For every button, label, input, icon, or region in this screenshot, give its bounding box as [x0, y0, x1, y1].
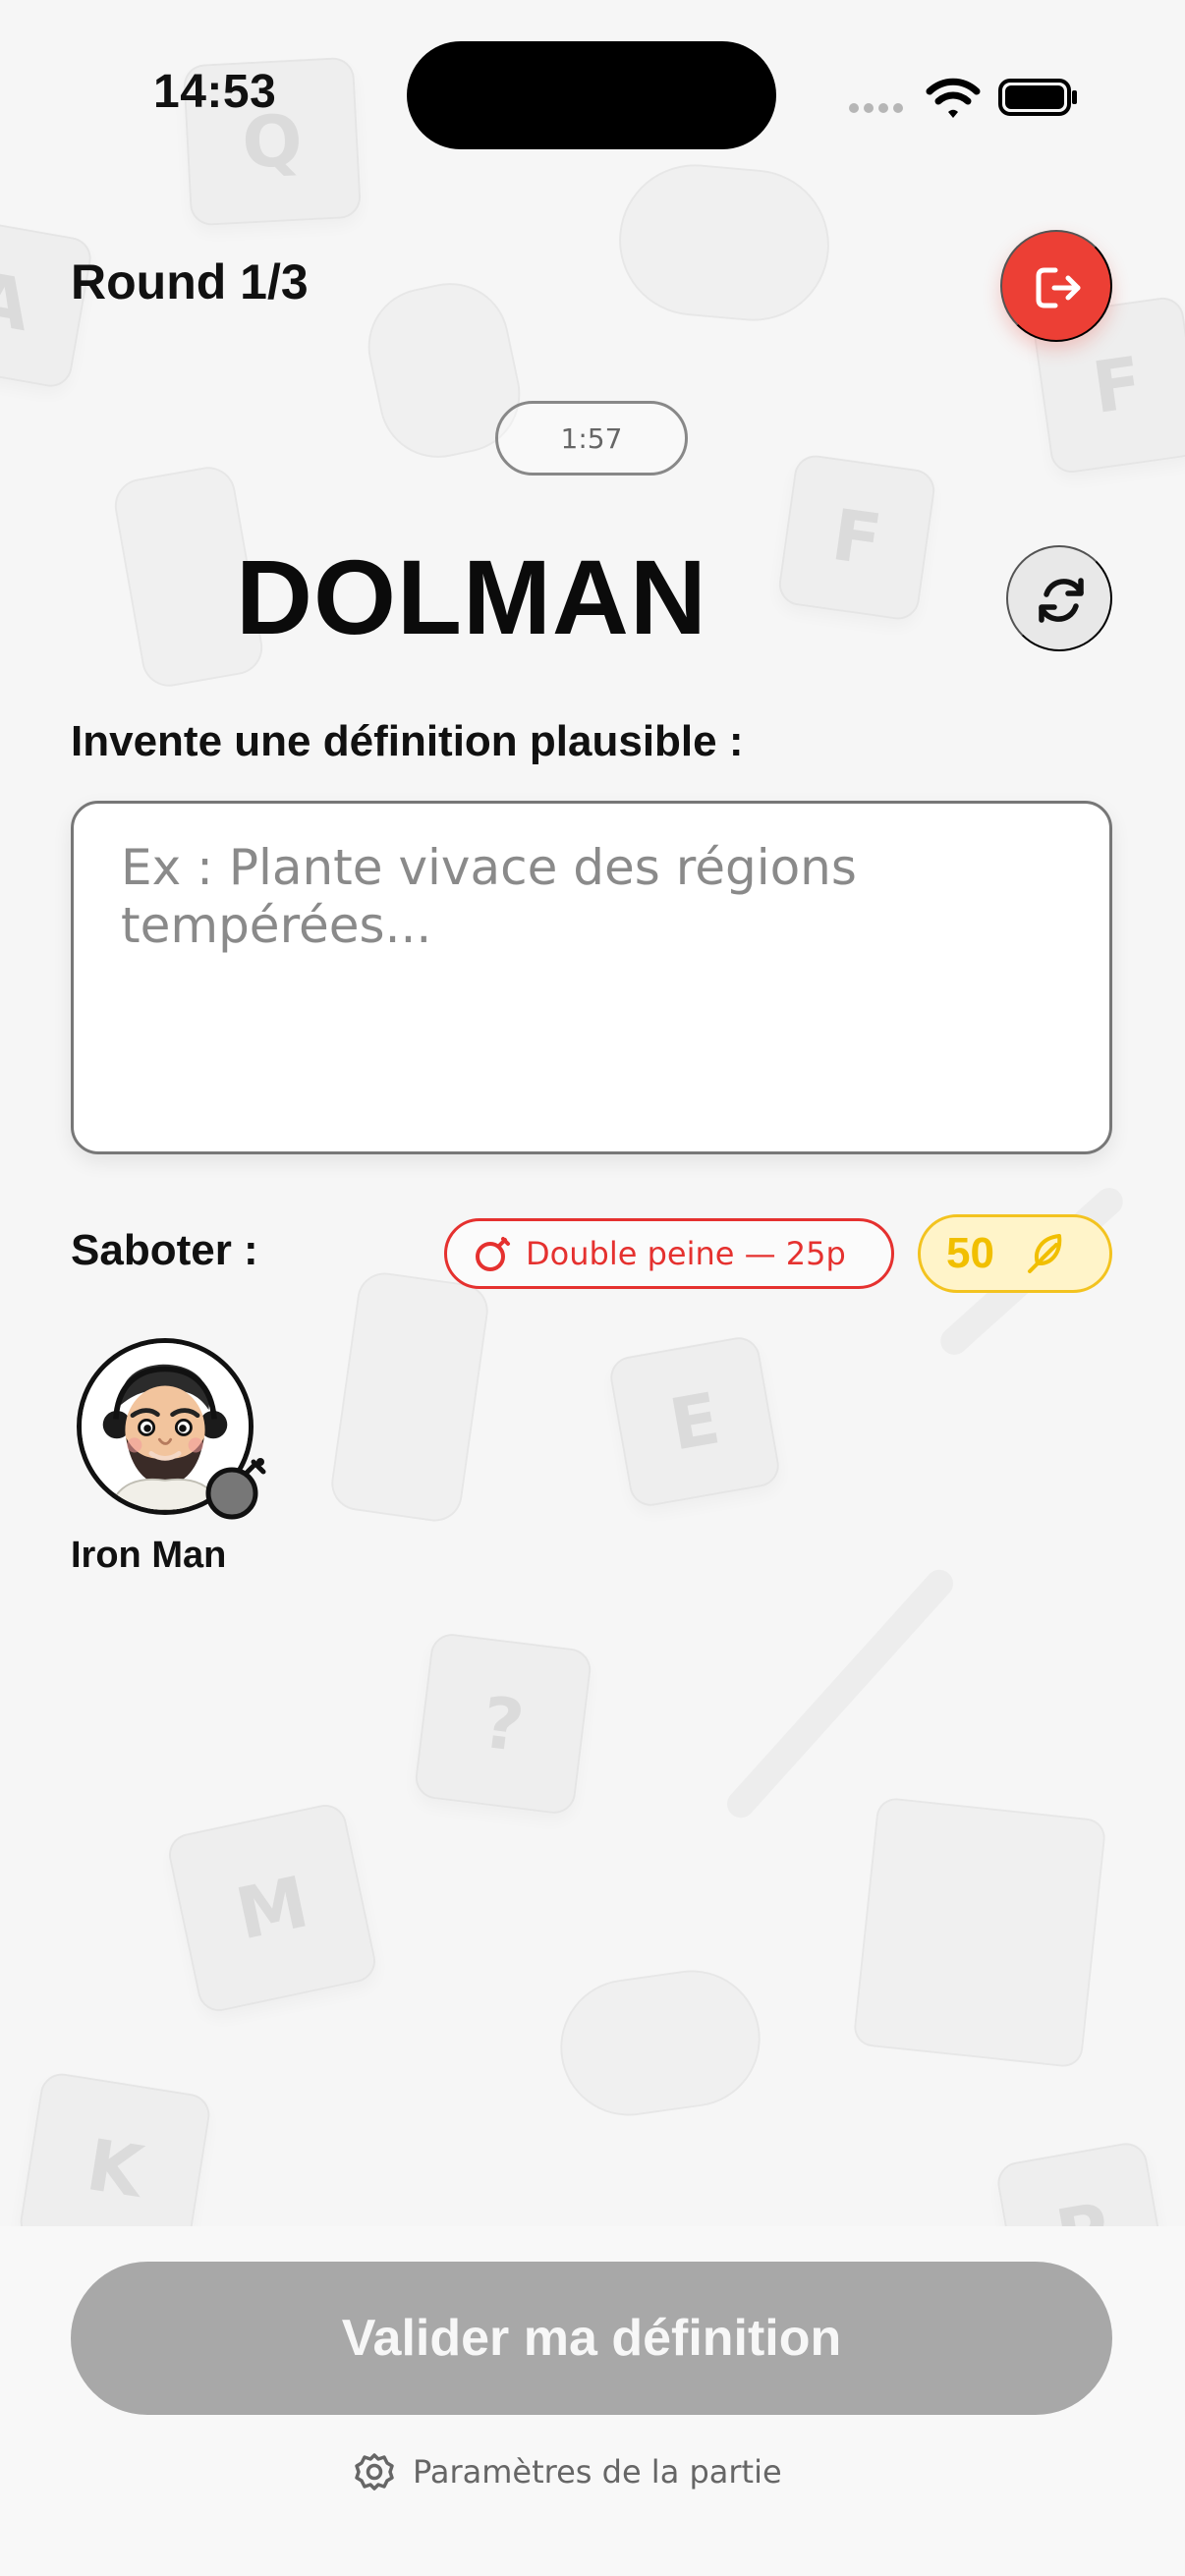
battery-icon: [998, 79, 1077, 116]
points-value: 50: [946, 1229, 994, 1277]
background-letter-m-icon: M: [164, 1800, 380, 2016]
logout-icon: [1036, 267, 1081, 308]
target-word: DOLMAN: [236, 537, 707, 656]
double-penalty-sabotage-button[interactable]: Double peine — 25p: [444, 1218, 894, 1289]
gear-icon: [355, 2453, 394, 2491]
game-screen: Q A F F E ? M K P 14:53 Round 1/3: [0, 0, 1185, 2576]
points-badge: 50: [918, 1214, 1112, 1293]
background-hourglass-icon: [327, 1268, 492, 1526]
refresh-word-button[interactable]: [1006, 545, 1112, 651]
signal-icon: [849, 103, 906, 113]
game-settings-link[interactable]: Paramètres de la partie: [354, 2446, 782, 2497]
definition-prompt: Invente une définition plausible :: [71, 717, 744, 765]
exit-game-button[interactable]: [1000, 230, 1112, 342]
bomb-icon: [476, 1237, 510, 1271]
bomb-icon: [205, 1458, 266, 1520]
definition-input[interactable]: [71, 801, 1112, 1154]
countdown-timer: 1:57: [495, 401, 688, 476]
status-time: 14:53: [153, 66, 277, 118]
refresh-icon: [1039, 578, 1084, 623]
sabotage-label: Saboter :: [71, 1226, 258, 1274]
sabotage-option-label: Double peine — 25p: [526, 1235, 846, 1272]
round-indicator: Round 1/3: [71, 254, 309, 309]
player-name: Iron Man: [71, 1535, 227, 1576]
background-chat-bubble-icon: [551, 1961, 769, 2125]
status-indicators: [845, 69, 1081, 124]
background-question-mark-icon: ?: [413, 1631, 593, 1817]
validate-definition-button[interactable]: Valider ma définition: [71, 2262, 1112, 2415]
background-chat-bubble-icon: [612, 157, 836, 328]
wifi-icon: [926, 78, 981, 118]
feather-icon: [1027, 1234, 1062, 1273]
player-card[interactable]: Iron Man: [71, 1338, 287, 1584]
dynamic-island: [407, 41, 776, 149]
background-note-icon: [852, 1796, 1107, 2069]
background-pencil-icon: [721, 1564, 959, 1823]
background-letter-e-icon: E: [606, 1333, 783, 1510]
game-settings-label: Paramètres de la partie: [413, 2453, 782, 2491]
